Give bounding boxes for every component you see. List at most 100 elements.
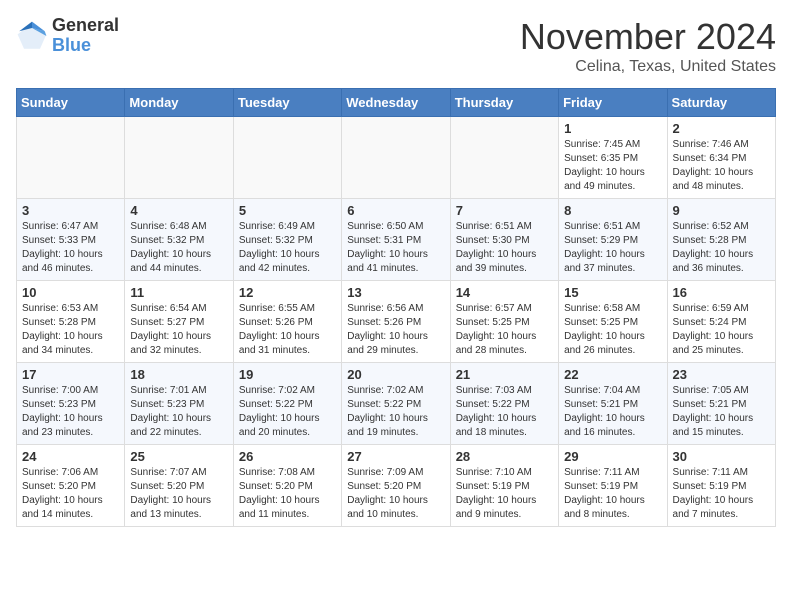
day-number: 12 bbox=[239, 285, 336, 300]
day-number: 14 bbox=[456, 285, 553, 300]
calendar-day-cell: 11Sunrise: 6:54 AM Sunset: 5:27 PM Dayli… bbox=[125, 281, 233, 363]
calendar-day-cell: 7 Sunrise: 6:51 AM Sunset: 5:30 PM Daylig… bbox=[450, 199, 558, 281]
calendar-day-cell: 25Sunrise: 7:07 AM Sunset: 5:20 PM Dayli… bbox=[125, 445, 233, 527]
day-number: 8 bbox=[564, 203, 661, 218]
day-number: 11 bbox=[130, 285, 227, 300]
day-info: Sunrise: 7:04 AM Sunset: 5:21 PM Dayligh… bbox=[564, 384, 661, 440]
calendar-day-cell: 26Sunrise: 7:08 AM Sunset: 5:20 PM Dayli… bbox=[233, 445, 341, 527]
page-header: General Blue November 2024 Celina, Texas… bbox=[16, 16, 776, 76]
calendar-day-cell: 5 Sunrise: 6:49 AM Sunset: 5:32 PM Daylig… bbox=[233, 199, 341, 281]
day-number: 22 bbox=[564, 367, 661, 382]
calendar-day-cell bbox=[125, 117, 233, 199]
day-info: Sunrise: 7:01 AM Sunset: 5:23 PM Dayligh… bbox=[130, 384, 227, 440]
day-info: Sunrise: 7:46 AM Sunset: 6:34 PM Dayligh… bbox=[673, 138, 770, 194]
day-info: Sunrise: 7:00 AM Sunset: 5:23 PM Dayligh… bbox=[22, 384, 119, 440]
day-number: 20 bbox=[347, 367, 444, 382]
day-info: Sunrise: 7:45 AM Sunset: 6:35 PM Dayligh… bbox=[564, 138, 661, 194]
day-number: 21 bbox=[456, 367, 553, 382]
calendar-day-cell: 28 Sunrise: 7:10 AM Sunset: 5:19 PM Dayli… bbox=[450, 445, 558, 527]
day-number: 23 bbox=[673, 367, 770, 382]
title-block: November 2024 Celina, Texas, United Stat… bbox=[520, 16, 776, 76]
calendar-day-cell: 2 Sunrise: 7:46 AM Sunset: 6:34 PM Daylig… bbox=[667, 117, 775, 199]
day-info: Sunrise: 6:52 AM Sunset: 5:28 PM Dayligh… bbox=[673, 220, 770, 276]
day-of-week-header: Wednesday bbox=[342, 89, 450, 117]
day-info: Sunrise: 7:06 AM Sunset: 5:20 PM Dayligh… bbox=[22, 466, 119, 522]
calendar-day-cell: 30 Sunrise: 7:11 AM Sunset: 5:19 PM Dayli… bbox=[667, 445, 775, 527]
day-info: Sunrise: 7:02 AM Sunset: 5:22 PM Dayligh… bbox=[239, 384, 336, 440]
day-info: Sunrise: 7:02 AM Sunset: 5:22 PM Dayligh… bbox=[347, 384, 444, 440]
day-number: 28 bbox=[456, 449, 553, 464]
calendar-day-cell: 10 Sunrise: 6:53 AM Sunset: 5:28 PM Dayli… bbox=[17, 281, 125, 363]
day-info: Sunrise: 7:09 AM Sunset: 5:20 PM Dayligh… bbox=[347, 466, 444, 522]
calendar-header-row: SundayMondayTuesdayWednesdayThursdayFrid… bbox=[17, 89, 776, 117]
calendar-day-cell: 9 Sunrise: 6:52 AM Sunset: 5:28 PM Daylig… bbox=[667, 199, 775, 281]
day-info: Sunrise: 6:50 AM Sunset: 5:31 PM Dayligh… bbox=[347, 220, 444, 276]
day-number: 27 bbox=[347, 449, 444, 464]
day-number: 10 bbox=[22, 285, 119, 300]
logo-text: General Blue bbox=[52, 16, 119, 56]
calendar-day-cell: 27 Sunrise: 7:09 AM Sunset: 5:20 PM Dayli… bbox=[342, 445, 450, 527]
day-number: 9 bbox=[673, 203, 770, 218]
calendar-day-cell: 23 Sunrise: 7:05 AM Sunset: 5:21 PM Dayli… bbox=[667, 363, 775, 445]
calendar-day-cell: 6 Sunrise: 6:50 AM Sunset: 5:31 PM Daylig… bbox=[342, 199, 450, 281]
day-info: Sunrise: 6:48 AM Sunset: 5:32 PM Dayligh… bbox=[130, 220, 227, 276]
day-of-week-header: Tuesday bbox=[233, 89, 341, 117]
calendar-day-cell: 24 Sunrise: 7:06 AM Sunset: 5:20 PM Dayli… bbox=[17, 445, 125, 527]
calendar-week-row: 1 Sunrise: 7:45 AM Sunset: 6:35 PM Daylig… bbox=[17, 117, 776, 199]
day-of-week-header: Thursday bbox=[450, 89, 558, 117]
logo-icon bbox=[16, 20, 48, 52]
day-info: Sunrise: 6:55 AM Sunset: 5:26 PM Dayligh… bbox=[239, 302, 336, 358]
calendar-day-cell: 19 Sunrise: 7:02 AM Sunset: 5:22 PM Dayli… bbox=[233, 363, 341, 445]
calendar-day-cell: 29 Sunrise: 7:11 AM Sunset: 5:19 PM Dayli… bbox=[559, 445, 667, 527]
calendar-day-cell: 18 Sunrise: 7:01 AM Sunset: 5:23 PM Dayli… bbox=[125, 363, 233, 445]
day-number: 4 bbox=[130, 203, 227, 218]
day-info: Sunrise: 7:03 AM Sunset: 5:22 PM Dayligh… bbox=[456, 384, 553, 440]
calendar-day-cell: 20 Sunrise: 7:02 AM Sunset: 5:22 PM Dayli… bbox=[342, 363, 450, 445]
day-info: Sunrise: 6:59 AM Sunset: 5:24 PM Dayligh… bbox=[673, 302, 770, 358]
day-number: 24 bbox=[22, 449, 119, 464]
day-number: 19 bbox=[239, 367, 336, 382]
day-info: Sunrise: 7:11 AM Sunset: 5:19 PM Dayligh… bbox=[673, 466, 770, 522]
day-number: 6 bbox=[347, 203, 444, 218]
calendar-day-cell: 13 Sunrise: 6:56 AM Sunset: 5:26 PM Dayli… bbox=[342, 281, 450, 363]
day-of-week-header: Monday bbox=[125, 89, 233, 117]
day-number: 29 bbox=[564, 449, 661, 464]
day-info: Sunrise: 6:57 AM Sunset: 5:25 PM Dayligh… bbox=[456, 302, 553, 358]
logo-blue: Blue bbox=[52, 35, 91, 55]
month-title: November 2024 bbox=[520, 16, 776, 58]
calendar-day-cell: 12 Sunrise: 6:55 AM Sunset: 5:26 PM Dayli… bbox=[233, 281, 341, 363]
day-number: 18 bbox=[130, 367, 227, 382]
day-info: Sunrise: 6:49 AM Sunset: 5:32 PM Dayligh… bbox=[239, 220, 336, 276]
day-number: 2 bbox=[673, 121, 770, 136]
calendar-day-cell bbox=[233, 117, 341, 199]
day-number: 17 bbox=[22, 367, 119, 382]
day-info: Sunrise: 7:10 AM Sunset: 5:19 PM Dayligh… bbox=[456, 466, 553, 522]
day-info: Sunrise: 6:51 AM Sunset: 5:29 PM Dayligh… bbox=[564, 220, 661, 276]
day-info: Sunrise: 6:53 AM Sunset: 5:28 PM Dayligh… bbox=[22, 302, 119, 358]
day-number: 3 bbox=[22, 203, 119, 218]
location: Celina, Texas, United States bbox=[520, 58, 776, 76]
calendar-day-cell: 14 Sunrise: 6:57 AM Sunset: 5:25 PM Dayli… bbox=[450, 281, 558, 363]
calendar-day-cell bbox=[342, 117, 450, 199]
day-info: Sunrise: 6:56 AM Sunset: 5:26 PM Dayligh… bbox=[347, 302, 444, 358]
calendar-week-row: 24 Sunrise: 7:06 AM Sunset: 5:20 PM Dayli… bbox=[17, 445, 776, 527]
day-info: Sunrise: 6:47 AM Sunset: 5:33 PM Dayligh… bbox=[22, 220, 119, 276]
day-number: 5 bbox=[239, 203, 336, 218]
calendar-week-row: 10 Sunrise: 6:53 AM Sunset: 5:28 PM Dayli… bbox=[17, 281, 776, 363]
day-info: Sunrise: 7:11 AM Sunset: 5:19 PM Dayligh… bbox=[564, 466, 661, 522]
day-number: 1 bbox=[564, 121, 661, 136]
day-number: 30 bbox=[673, 449, 770, 464]
calendar-week-row: 3 Sunrise: 6:47 AM Sunset: 5:33 PM Daylig… bbox=[17, 199, 776, 281]
day-number: 7 bbox=[456, 203, 553, 218]
day-of-week-header: Friday bbox=[559, 89, 667, 117]
day-info: Sunrise: 7:05 AM Sunset: 5:21 PM Dayligh… bbox=[673, 384, 770, 440]
day-info: Sunrise: 6:58 AM Sunset: 5:25 PM Dayligh… bbox=[564, 302, 661, 358]
logo-general: General bbox=[52, 15, 119, 35]
day-number: 13 bbox=[347, 285, 444, 300]
day-number: 16 bbox=[673, 285, 770, 300]
calendar-day-cell: 1 Sunrise: 7:45 AM Sunset: 6:35 PM Daylig… bbox=[559, 117, 667, 199]
calendar-day-cell bbox=[17, 117, 125, 199]
day-info: Sunrise: 6:51 AM Sunset: 5:30 PM Dayligh… bbox=[456, 220, 553, 276]
calendar-week-row: 17 Sunrise: 7:00 AM Sunset: 5:23 PM Dayli… bbox=[17, 363, 776, 445]
calendar-day-cell bbox=[450, 117, 558, 199]
